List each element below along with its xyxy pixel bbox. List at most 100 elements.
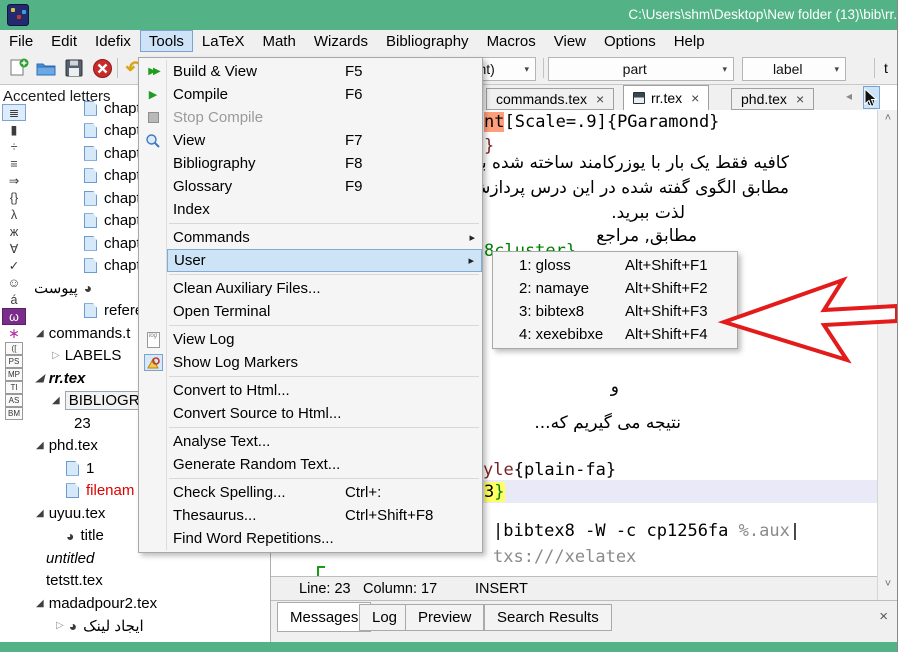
new-document-button[interactable] — [6, 56, 32, 80]
submenu-item-gloss[interactable]: 1: glossAlt+Shift+F1 — [493, 254, 737, 277]
tab-close-icon[interactable]: × — [596, 91, 604, 107]
unicode-icon[interactable]: ω — [2, 308, 26, 325]
menu-item-build-view[interactable]: ▶▶Build & ViewF5 — [139, 60, 482, 83]
expanded-triangle-icon[interactable]: ◢ — [36, 440, 44, 451]
menu-help[interactable]: Help — [665, 30, 714, 52]
menu-item-glossary[interactable]: GlossaryF9 — [139, 175, 482, 198]
menu-item-analyse-text[interactable]: Analyse Text... — [139, 430, 482, 453]
menu-bibliography[interactable]: Bibliography — [377, 30, 478, 52]
arrows-icon[interactable]: ⇒ — [2, 172, 26, 189]
label-combo[interactable]: label ▾ — [742, 57, 846, 81]
panel-close-icon[interactable]: × — [879, 608, 888, 625]
scroll-up-icon[interactable]: ˄ — [878, 112, 898, 130]
structure-level-combo[interactable]: part ▾ — [548, 57, 734, 81]
menu-item-view-log[interactable]: logView Log — [139, 328, 482, 351]
save-button[interactable] — [61, 56, 87, 80]
menu-item-index[interactable]: Index — [139, 198, 482, 221]
persian-line: لذت ببريد. — [611, 203, 685, 223]
toolbar-separator — [874, 58, 875, 78]
tikz-icon[interactable]: TI — [5, 381, 23, 394]
menu-item-convert-to-html[interactable]: Convert to Html... — [139, 379, 482, 402]
tree-item-tetstt-tex[interactable]: tetstt.tex — [28, 570, 270, 593]
misc-text-icon[interactable]: ✓ — [2, 257, 26, 274]
menu-latex[interactable]: LaTeX — [193, 30, 254, 52]
menu-macros[interactable]: Macros — [478, 30, 545, 52]
tab-search-results[interactable]: Search Results — [484, 604, 612, 631]
submenu-item-bibtex8[interactable]: 3: bibtex8Alt+Shift+F3 — [493, 300, 737, 323]
misc-math-icon[interactable]: ∀ — [2, 240, 26, 257]
close-file-button[interactable] — [89, 56, 115, 80]
relations-icon[interactable]: ≡ — [2, 155, 26, 172]
tab-scroll-left-button[interactable]: ◂ — [846, 89, 852, 103]
code-segment: {plain-fa} — [514, 460, 616, 480]
greek-icon[interactable]: λ — [2, 206, 26, 223]
menu-item-open-terminal[interactable]: Open Terminal — [139, 300, 482, 323]
menu-edit[interactable]: Edit — [42, 30, 86, 52]
menu-options[interactable]: Options — [595, 30, 665, 52]
tab-rr-tex[interactable]: rr.tex × — [623, 85, 709, 110]
menu-item-find-word-repetitions[interactable]: Find Word Repetitions... — [139, 527, 482, 550]
menu-item-label: Bibliography — [173, 155, 256, 172]
asterisk-icon[interactable]: ∗ — [2, 325, 26, 342]
bookmarks-icon[interactable]: ▮ — [2, 121, 26, 138]
collapsed-triangle-icon[interactable]: ▷ — [52, 350, 60, 361]
expanded-triangle-icon[interactable]: ◢ — [36, 598, 44, 609]
expanded-triangle-icon[interactable]: ◢ — [36, 328, 44, 339]
tree-label: phd.tex — [49, 437, 98, 454]
tab-log[interactable]: Log — [359, 604, 410, 631]
collapsed-triangle-icon[interactable]: ▷ — [56, 620, 64, 631]
metapost-icon[interactable]: MP — [5, 368, 23, 381]
brackets-icon[interactable]: ([ — [5, 342, 23, 355]
bottom-panel: Messages Log Preview Search Results × — [271, 600, 898, 642]
chevron-down-icon: ▾ — [826, 64, 839, 75]
operators-icon[interactable]: ÷ — [2, 138, 26, 155]
scroll-down-icon[interactable]: ˅ — [878, 578, 898, 596]
menu-item-bibliography[interactable]: BibliographyF8 — [139, 152, 482, 175]
tab-messages[interactable]: Messages — [277, 602, 371, 632]
expanded-triangle-icon[interactable]: ◢ — [36, 508, 44, 519]
section-circle-icon: ◕ — [66, 529, 74, 543]
submenu-item-namaye[interactable]: 2: namayeAlt+Shift+F2 — [493, 277, 737, 300]
menu-item-view[interactable]: ViewF7 — [139, 129, 482, 152]
open-button[interactable] — [33, 56, 59, 80]
tab-overflow[interactable]: u — [863, 86, 880, 109]
menu-math[interactable]: Math — [253, 30, 304, 52]
beamer-icon[interactable]: BM — [5, 407, 23, 420]
file-icon — [84, 168, 97, 183]
menu-item-thesaurus[interactable]: Thesaurus...Ctrl+Shift+F8 — [139, 504, 482, 527]
tab-preview[interactable]: Preview — [405, 604, 484, 631]
tab-phd-tex[interactable]: phd.tex × — [731, 88, 814, 110]
menu-item-user[interactable]: User▸ — [167, 249, 482, 272]
tab-commands-tex[interactable]: commands.tex × — [486, 88, 614, 110]
tree-item-madadpour2-tex[interactable]: ◢madadpour2.tex — [28, 592, 270, 615]
menu-item-check-spelling[interactable]: Check Spelling...Ctrl+: — [139, 481, 482, 504]
menu-file[interactable]: File — [0, 30, 42, 52]
menu-item-commands[interactable]: Commands▸ — [139, 226, 482, 249]
tab-close-icon[interactable]: × — [691, 90, 699, 106]
menu-item-generate-random-text[interactable]: Generate Random Text... — [139, 453, 482, 476]
tab-close-icon[interactable]: × — [796, 91, 804, 107]
menu-tools[interactable]: Tools — [140, 30, 193, 52]
menu-idefix[interactable]: Idefix — [86, 30, 140, 52]
tab-label: rr.tex — [651, 90, 682, 106]
menu-view[interactable]: View — [545, 30, 595, 52]
menu-wizards[interactable]: Wizards — [305, 30, 377, 52]
menu-item-convert-source-to-html[interactable]: Convert Source to Html... — [139, 402, 482, 425]
tree-item-create-link[interactable]: ▷◕ايجاد لينک — [28, 615, 270, 638]
cyrillic-icon[interactable]: ж — [2, 223, 26, 240]
menu-item-clean-auxiliary-files[interactable]: Clean Auxiliary Files... — [139, 277, 482, 300]
wasysym-icon[interactable]: ☺ — [2, 274, 26, 291]
asymptote-icon[interactable]: AS — [5, 394, 23, 407]
expanded-triangle-icon[interactable]: ◢ — [36, 373, 44, 384]
menu-item-compile[interactable]: ▶CompileF6 — [139, 83, 482, 106]
expanded-triangle-icon[interactable]: ◢ — [52, 395, 60, 406]
submenu-item-xexebibxe[interactable]: 4: xexebibxeAlt+Shift+F4 — [493, 323, 737, 346]
pstricks-icon[interactable]: PS — [5, 355, 23, 368]
editor-scrollbar[interactable]: ˄ ˅ — [877, 110, 897, 600]
toolbar-separator — [117, 58, 118, 78]
stop-compile-icon — [143, 109, 163, 127]
delimiters-icon[interactable]: {} — [2, 189, 26, 206]
accents-icon[interactable]: á — [2, 291, 26, 308]
menu-item-show-log-markers[interactable]: Show Log Markers — [139, 351, 482, 374]
structure-icon[interactable]: ≣ — [2, 104, 26, 121]
